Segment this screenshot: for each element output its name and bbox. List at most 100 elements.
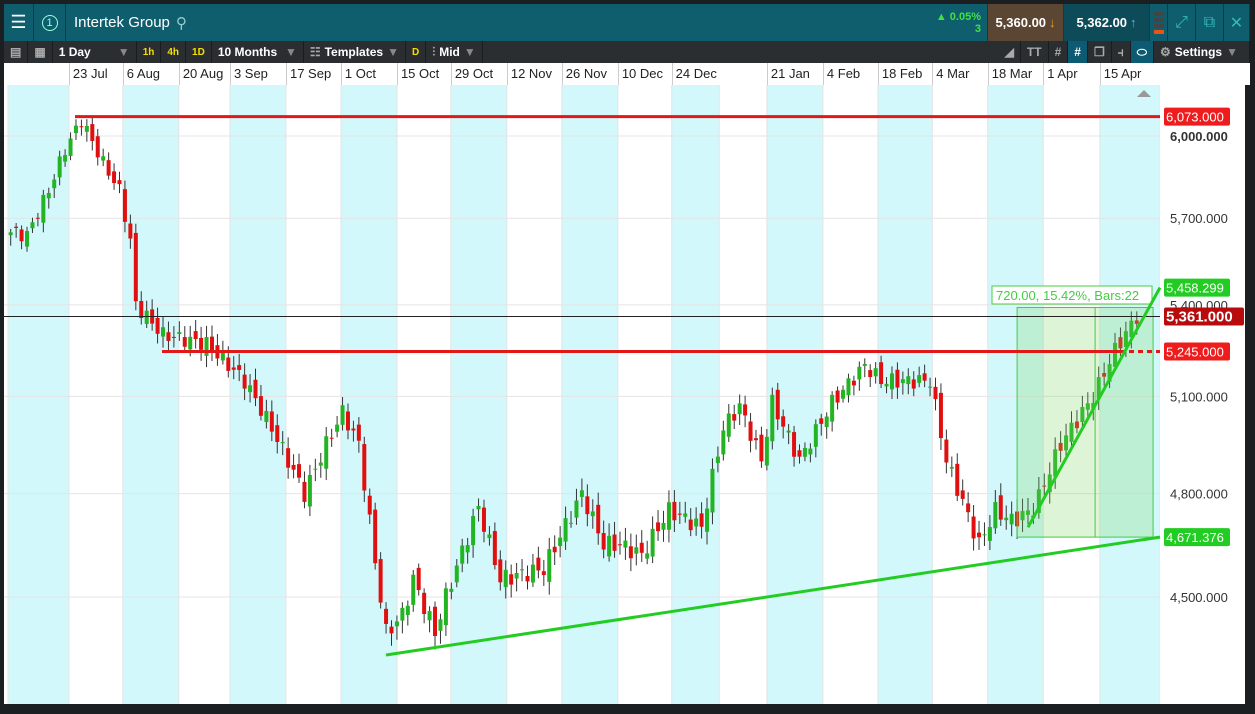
indicator-icon[interactable]: ⫞ <box>1112 41 1131 63</box>
buy-button[interactable]: 5,362.00 ↑ <box>1064 4 1150 41</box>
candle-body <box>253 379 258 399</box>
candle-body <box>356 424 361 441</box>
candle-body <box>547 549 552 582</box>
interval-1d[interactable]: 1D <box>186 41 212 63</box>
text-size-icon[interactable]: TT <box>1021 41 1049 63</box>
x-tick-label: 23 Jul <box>68 63 108 85</box>
candle-body <box>258 396 263 416</box>
sell-button[interactable]: 5,360.00 ↓ <box>988 4 1064 41</box>
interval-select[interactable]: 1 Day ▼ <box>53 41 137 63</box>
candle-body <box>275 425 280 443</box>
candle-body <box>427 611 432 621</box>
x-tick-label: 6 Aug <box>122 63 160 85</box>
x-tick-label: 18 Mar <box>987 63 1032 85</box>
instrument-title[interactable]: Intertek Group <box>74 14 170 31</box>
candle-body <box>405 605 410 616</box>
candle-body <box>498 559 503 583</box>
measure-label: 720.00, 15.42%, Bars:22 <box>996 288 1139 303</box>
candle-body <box>715 456 720 464</box>
slot-badge[interactable]: 1 <box>34 4 66 41</box>
range-select[interactable]: 10 Months ▼ <box>212 41 304 63</box>
candle-body <box>536 557 541 571</box>
candle-body <box>220 352 225 361</box>
candle-body <box>389 626 394 634</box>
candle-body <box>182 337 187 347</box>
candle-body <box>41 194 46 223</box>
candle-body <box>634 547 639 554</box>
price-label: 5,361.000 <box>1166 308 1233 325</box>
candle-body <box>199 337 204 350</box>
grid-edit-icon[interactable]: # <box>1068 41 1088 63</box>
candle-body <box>520 569 525 571</box>
candle-body <box>982 534 987 536</box>
label-icon[interactable]: ⬭ <box>1130 41 1154 63</box>
arrow-up-icon: ↑ <box>1130 15 1137 30</box>
candle-body <box>384 608 389 624</box>
grid-icon[interactable]: # <box>1049 41 1069 63</box>
candle-body <box>345 411 350 431</box>
x-tick-label: 24 Dec <box>671 63 717 85</box>
settings-button[interactable]: ⚙ Settings ▼ <box>1154 41 1250 63</box>
candle-body <box>209 336 214 352</box>
search-icon[interactable]: ⚲ <box>176 14 187 32</box>
price-type-select[interactable]: ⫶ Mid ▼ <box>426 41 483 63</box>
candle-body <box>166 332 171 341</box>
change-indicator: ▲ 0.05% 3 <box>924 4 988 41</box>
candle-body <box>770 394 775 442</box>
list-icon[interactable]: ▤ <box>4 41 29 63</box>
price-label: 5,458.299 <box>1166 281 1224 296</box>
candle-body <box>128 223 133 239</box>
x-tick-label: 21 Jan <box>766 63 810 85</box>
candle-body <box>84 125 89 132</box>
candle-body <box>394 621 399 627</box>
candle-body <box>846 378 851 396</box>
x-tick-label: 17 Sep <box>285 63 331 85</box>
candle-body <box>155 317 160 334</box>
candle-body <box>759 434 764 462</box>
y-tick-label: 5,100.000 <box>1170 389 1228 404</box>
candle-body <box>650 528 655 557</box>
candle-body <box>851 380 856 386</box>
candle-body <box>607 535 612 557</box>
candle-body <box>503 569 508 588</box>
interval-4h[interactable]: 4h <box>161 41 187 63</box>
expand-icon[interactable]: ⤢ <box>1168 4 1196 41</box>
candle-body <box>171 336 176 338</box>
candle-body <box>133 232 138 302</box>
candle-body <box>161 327 166 337</box>
candle-body <box>378 559 383 603</box>
candle-body <box>743 404 748 416</box>
close-icon[interactable]: ✕ <box>1224 4 1250 41</box>
interval-1h[interactable]: 1h <box>137 41 162 63</box>
candle-body <box>928 386 933 388</box>
x-tick-label: 4 Feb <box>822 63 860 85</box>
candle-body <box>433 606 438 636</box>
price-chart[interactable]: 6,000.0005,700.0005,400.0005,100.0004,80… <box>0 0 1255 714</box>
draw-line-icon[interactable]: ◢ <box>999 41 1021 63</box>
candle-body <box>231 367 236 370</box>
candle-body <box>8 232 13 236</box>
candle-body <box>90 124 95 141</box>
candle-body <box>449 588 454 592</box>
candle-body <box>569 522 574 524</box>
candle-body <box>639 542 644 553</box>
layers-icon[interactable]: ❐ <box>1088 41 1112 63</box>
candle-body <box>656 522 661 532</box>
candle-body <box>824 416 829 428</box>
candle-body <box>307 474 312 507</box>
d-button[interactable]: D <box>406 41 427 63</box>
candle-body <box>443 588 448 626</box>
templates-button[interactable]: ☷ Templates ▼ <box>304 41 406 63</box>
layout-icon[interactable]: ▦ <box>28 41 53 63</box>
candle-body <box>873 368 878 377</box>
candle-body <box>786 430 791 433</box>
slot-number: 1 <box>41 14 58 31</box>
candle-body <box>710 468 715 513</box>
menu-icon[interactable]: ☰ <box>4 4 34 41</box>
popout-icon[interactable]: ⧉ <box>1196 4 1224 41</box>
candle-body <box>144 310 149 325</box>
candle-body <box>329 437 334 439</box>
candle-body <box>552 546 557 553</box>
candle-body <box>917 375 922 383</box>
candle-body <box>781 416 786 427</box>
